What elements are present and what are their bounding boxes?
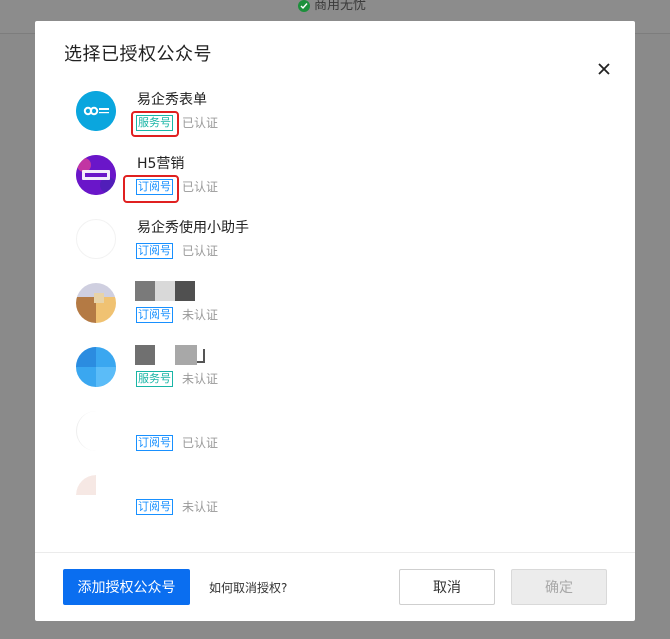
highlight-box — [123, 175, 179, 203]
account-item[interactable]: 订阅号 已认证 — [35, 397, 635, 461]
close-icon[interactable] — [595, 60, 613, 78]
dialog-title: 选择已授权公众号 — [64, 44, 212, 65]
confirm-button[interactable]: 确定 — [511, 569, 607, 605]
pixelated-name — [135, 281, 195, 301]
account-item[interactable]: H5营销 订阅号 已认证 — [35, 141, 635, 205]
h5-logo-icon — [76, 155, 116, 195]
verify-status: 已认证 — [182, 180, 219, 194]
avatar — [76, 91, 116, 131]
how-to-revoke-link[interactable]: 如何取消授权? — [209, 579, 287, 596]
account-name: 易企秀使用小助手 — [137, 220, 249, 236]
avatar — [76, 219, 116, 259]
verify-status: 已认证 — [182, 116, 219, 130]
account-item[interactable]: 订阅号 未认证 — [35, 461, 635, 525]
account-type-tag: 订阅号 — [136, 499, 173, 515]
avatar — [76, 347, 116, 387]
verify-status: 未认证 — [182, 372, 219, 386]
account-item[interactable]: 订阅号 未认证 — [35, 269, 635, 333]
account-item[interactable]: 易企秀使用小助手 订阅号 已认证 — [35, 205, 635, 269]
account-type-tag: 订阅号 — [136, 307, 173, 323]
footer-divider — [35, 552, 635, 553]
verify-status: 已认证 — [182, 436, 219, 450]
account-type-tag: 订阅号 — [136, 243, 173, 259]
check-circle-icon — [298, 0, 310, 12]
add-authorized-account-button[interactable]: 添加授权公众号 — [63, 569, 190, 605]
account-type-tag: 订阅号 — [136, 435, 173, 451]
background-status-text: 商用无忧 — [314, 0, 367, 13]
verify-status: 未认证 — [182, 308, 219, 322]
avatar — [76, 411, 116, 451]
background-status: 商用无忧 — [298, 0, 366, 12]
account-name: H5营销 — [137, 156, 185, 172]
avatar — [76, 283, 116, 323]
account-type-tag: 服务号 — [136, 371, 173, 387]
verify-status: 已认证 — [182, 244, 219, 258]
avatar — [76, 475, 116, 515]
pixelated-name — [135, 345, 207, 365]
account-item[interactable]: 易企秀表单 服务号 已认证 — [35, 77, 635, 141]
select-account-dialog: 选择已授权公众号 易企秀表单 服务号 已认证 H5营销 订阅号 已认证 易企秀使… — [35, 21, 635, 621]
highlight-box — [131, 111, 179, 137]
cancel-button[interactable]: 取消 — [399, 569, 495, 605]
eqxiu-logo-icon — [76, 91, 116, 131]
avatar — [76, 155, 116, 195]
account-item[interactable]: 服务号 未认证 — [35, 333, 635, 397]
account-name: 易企秀表单 — [137, 92, 207, 108]
verify-status: 未认证 — [182, 500, 219, 514]
